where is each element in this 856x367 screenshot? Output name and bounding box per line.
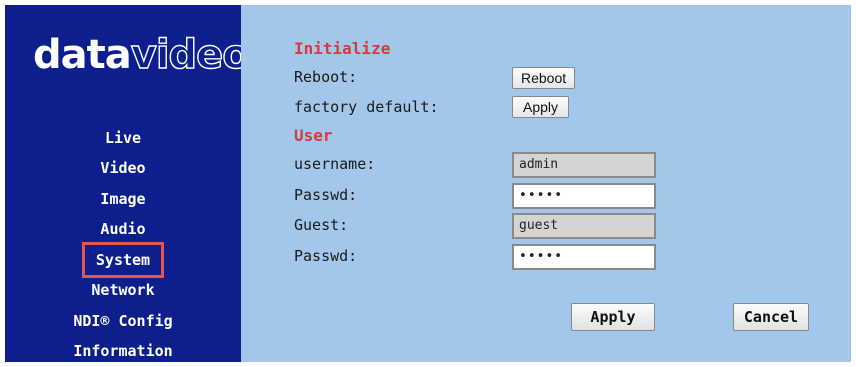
guest-passwd-field[interactable]: ••••• (512, 244, 656, 270)
system-settings-panel: Initialize Reboot: Reboot factory defaul… (241, 5, 851, 362)
datavideo-logo: datavideo (33, 31, 250, 78)
factory-default-label: factory default: (294, 98, 439, 116)
guest-passwd-label: Passwd: (294, 247, 358, 265)
nav-information[interactable]: Information (5, 339, 241, 363)
reboot-label: Reboot: (294, 68, 358, 86)
username-label: username: (294, 155, 376, 173)
passwd-field[interactable]: ••••• (512, 183, 656, 209)
passwd-label: Passwd: (294, 186, 358, 204)
factory-default-apply-button[interactable]: Apply (512, 96, 570, 118)
nav-live[interactable]: Live (5, 126, 241, 150)
nav-audio[interactable]: Audio (5, 217, 241, 241)
nav-network[interactable]: Network (5, 278, 241, 302)
nav-video[interactable]: Video (5, 156, 241, 180)
nav-image[interactable]: Image (5, 187, 241, 211)
guest-field[interactable]: guest (512, 213, 656, 239)
guest-label: Guest: (294, 216, 349, 234)
username-field[interactable]: admin (512, 152, 656, 178)
nav-system[interactable]: System (5, 242, 241, 278)
nav-ndi-config[interactable]: NDI® Config (5, 309, 241, 333)
apply-button[interactable]: Apply (571, 303, 655, 331)
sidebar: datavideo Live Video Image Audio System … (5, 5, 250, 363)
initialize-heading: Initialize (294, 39, 391, 58)
cancel-button[interactable]: Cancel (733, 303, 809, 331)
reboot-button[interactable]: Reboot (512, 67, 576, 89)
user-heading: User (294, 126, 333, 145)
